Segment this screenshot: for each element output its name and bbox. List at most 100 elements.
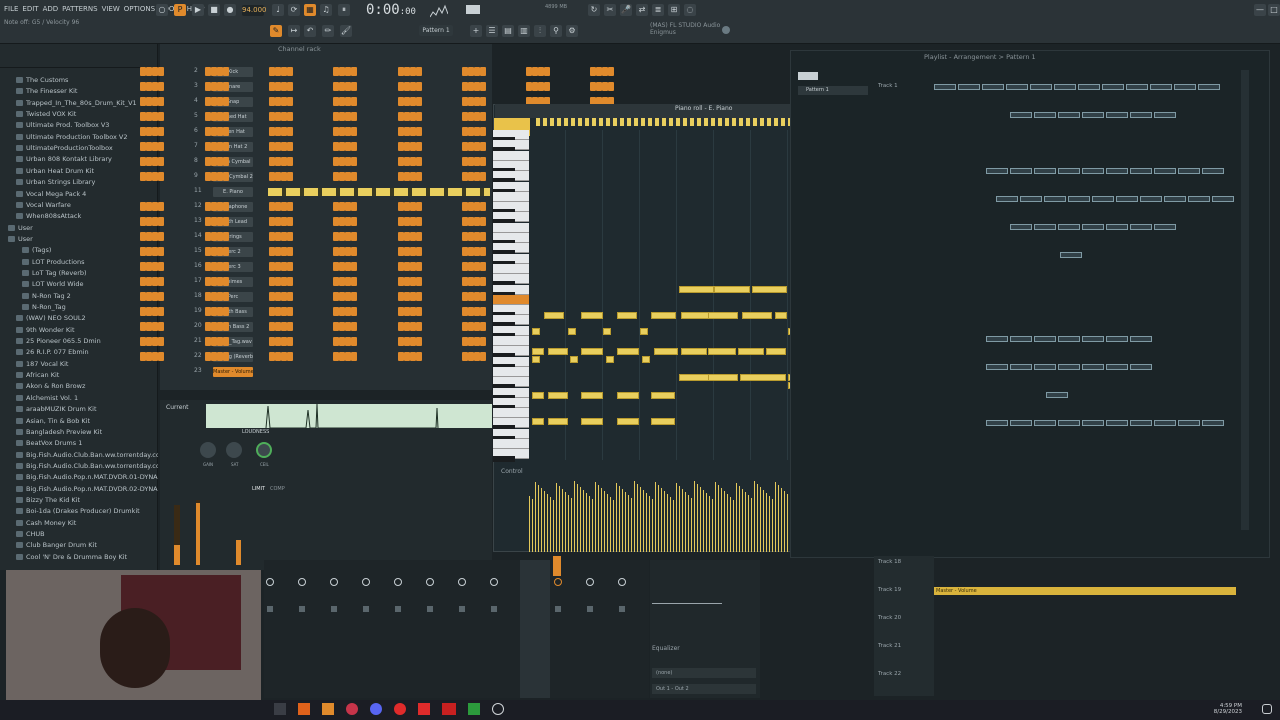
step-button[interactable]	[608, 67, 614, 76]
step-button[interactable]	[223, 322, 229, 331]
step-button[interactable]	[351, 277, 357, 286]
velocity-bar[interactable]	[658, 485, 659, 552]
menu-patterns[interactable]: PATTERNS	[62, 5, 97, 13]
playlist-clip[interactable]	[1130, 420, 1152, 426]
track-header[interactable]: Track 19	[878, 587, 901, 593]
step-button[interactable]	[223, 337, 229, 346]
velocity-bar[interactable]	[787, 494, 788, 552]
piano-roll-note[interactable]	[606, 356, 614, 363]
mixer-pan-knob[interactable]	[586, 578, 594, 586]
playlist-clip[interactable]	[1106, 364, 1128, 370]
piano-roll-note[interactable]	[581, 392, 603, 399]
playlist-clip[interactable]	[1126, 84, 1148, 90]
browser-item[interactable]: 187 Vocal Kit	[0, 359, 158, 370]
velocity-bar[interactable]	[544, 491, 545, 552]
mixer-fader[interactable]	[619, 606, 625, 612]
step-button[interactable]	[480, 202, 486, 211]
velocity-bar[interactable]	[742, 489, 743, 552]
playlist-clip[interactable]	[1078, 84, 1100, 90]
velocity-bar[interactable]	[685, 492, 686, 552]
step-button[interactable]	[416, 262, 422, 271]
taskbar-app-icon-6[interactable]	[468, 703, 480, 715]
piano-roll-note[interactable]	[581, 348, 603, 355]
velocity-bar[interactable]	[583, 490, 584, 552]
channel-row[interactable]: 3 Snare	[140, 80, 614, 94]
ceil-knob[interactable]	[256, 442, 272, 458]
velocity-bar[interactable]	[745, 492, 746, 552]
velocity-bar[interactable]	[604, 491, 605, 552]
add-pattern-icon[interactable]: +	[470, 25, 482, 37]
playlist-clip[interactable]	[1010, 420, 1032, 426]
playlist-clip[interactable]	[1130, 168, 1152, 174]
playlist-clip[interactable]	[1046, 392, 1068, 398]
browser-item[interactable]: Big.Fish.Audio.Club.Ban.ww.torrentday.co…	[0, 461, 158, 472]
velocity-bar[interactable]	[592, 499, 593, 552]
playlist-clip[interactable]	[1212, 196, 1234, 202]
step-button[interactable]	[480, 292, 486, 301]
channel-button[interactable]: Master - Volume	[213, 367, 253, 377]
step-button[interactable]	[351, 337, 357, 346]
velocity-bar[interactable]	[559, 486, 560, 552]
step-button[interactable]	[416, 292, 422, 301]
taskbar-app-icon[interactable]	[274, 703, 286, 715]
step-button[interactable]	[351, 307, 357, 316]
piano-roll-icon[interactable]: ▤	[502, 25, 514, 37]
piano-key-white[interactable]	[493, 366, 529, 377]
step-button[interactable]	[287, 202, 293, 211]
velocity-bar[interactable]	[697, 484, 698, 552]
step-button[interactable]	[416, 82, 422, 91]
piano-roll-timeline[interactable]	[536, 118, 820, 126]
playlist-icon[interactable]: ☰	[486, 25, 498, 37]
step-button[interactable]	[416, 67, 422, 76]
velocity-bar[interactable]	[667, 494, 668, 552]
chat-icon[interactable]: ◌	[684, 4, 696, 16]
step-button[interactable]	[158, 157, 164, 166]
velocity-bar[interactable]	[778, 485, 779, 552]
playlist-scrollbar[interactable]	[1241, 70, 1249, 530]
velocity-bar[interactable]	[709, 496, 710, 552]
step-button[interactable]	[351, 292, 357, 301]
piano-roll-note[interactable]	[775, 312, 787, 319]
step-button[interactable]	[416, 352, 422, 361]
step-button[interactable]	[158, 337, 164, 346]
velocity-bar[interactable]	[571, 498, 572, 552]
playlist-clip[interactable]	[934, 84, 956, 90]
playlist-clip[interactable]	[1130, 364, 1152, 370]
step-button[interactable]	[608, 82, 614, 91]
playlist-clip[interactable]	[1174, 84, 1196, 90]
playlist-clip[interactable]	[1154, 420, 1176, 426]
playlist-clip[interactable]	[1082, 168, 1104, 174]
piano-roll-note[interactable]	[548, 418, 568, 425]
step-button[interactable]	[480, 217, 486, 226]
step-button[interactable]	[351, 202, 357, 211]
playlist-clip[interactable]	[1178, 168, 1200, 174]
playlist-clip[interactable]	[1188, 196, 1210, 202]
menu-add[interactable]: ADD	[43, 5, 59, 13]
step-button[interactable]	[223, 112, 229, 121]
step-button[interactable]	[480, 67, 486, 76]
pattern-selector[interactable]: Pattern 1	[419, 25, 453, 36]
velocity-bar[interactable]	[643, 490, 644, 552]
piano-roll-note[interactable]	[617, 418, 639, 425]
piano-roll-preview[interactable]	[268, 188, 490, 196]
piano-roll-note[interactable]	[642, 356, 650, 363]
automation-clip[interactable]: Master - Volume	[934, 587, 1236, 595]
velocity-bar[interactable]	[640, 487, 641, 552]
velocity-bar[interactable]	[664, 491, 665, 552]
connect-icon[interactable]: ⇄	[636, 4, 648, 16]
playlist-clip[interactable]	[1068, 196, 1090, 202]
piano-roll-note[interactable]	[714, 286, 750, 293]
step-button[interactable]	[351, 97, 357, 106]
mixer-pan-knob[interactable]	[266, 578, 274, 586]
piano-roll-note[interactable]	[708, 348, 736, 355]
velocity-bar[interactable]	[676, 483, 677, 552]
velocity-bar[interactable]	[595, 482, 596, 552]
track-header[interactable]: Track 20	[878, 615, 901, 621]
playlist-clip[interactable]	[1034, 420, 1056, 426]
velocity-bar[interactable]	[532, 499, 533, 552]
draw-tool-icon[interactable]: ✎	[270, 25, 282, 37]
step-button[interactable]	[287, 172, 293, 181]
playlist-clip[interactable]	[1082, 224, 1104, 230]
velocity-bar[interactable]	[652, 499, 653, 552]
playlist-clip[interactable]	[1082, 336, 1104, 342]
